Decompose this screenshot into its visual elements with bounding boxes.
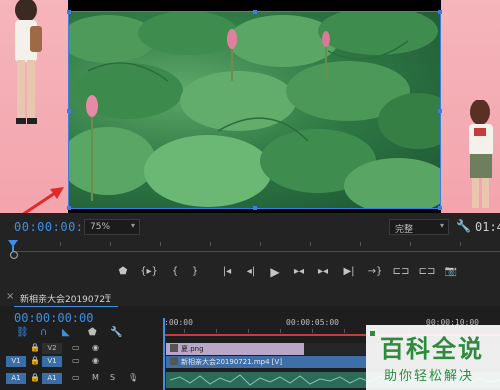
watermark-subtitle: 助你轻松解决 bbox=[384, 369, 475, 384]
solo-button[interactable]: S bbox=[110, 373, 115, 382]
sync-lock-icon[interactable]: ▭ bbox=[72, 343, 80, 352]
go-to-out-point-button[interactable]: →} bbox=[366, 264, 384, 280]
fx-badge-icon bbox=[170, 344, 178, 352]
watermark-logo-icon bbox=[370, 331, 375, 336]
watermark: 百科全说 助你轻松解决 bbox=[366, 325, 500, 390]
ruler-label: :00:00 bbox=[164, 318, 193, 327]
ruler-tick bbox=[410, 242, 411, 246]
resolution-value: 完整 bbox=[395, 225, 414, 235]
sequence-tab-title[interactable]: 新相亲大会20190721 bbox=[20, 292, 111, 305]
ruler-tick bbox=[360, 242, 361, 246]
panel-menu-icon[interactable]: ≡ bbox=[104, 292, 112, 302]
ruler-tick bbox=[184, 329, 185, 333]
wrench-icon[interactable]: 🔧 bbox=[110, 327, 122, 338]
track-name-v1[interactable]: V1 bbox=[42, 356, 62, 367]
clip-label: 新相亲大会20190721.mp4 [V] bbox=[181, 358, 283, 366]
zoom-scroll-knob[interactable] bbox=[9, 250, 19, 260]
red-arrow-annotation bbox=[22, 187, 64, 213]
go-to-out-button[interactable]: ▸◂ bbox=[314, 264, 332, 280]
program-monitor[interactable] bbox=[0, 0, 500, 213]
lock-icon[interactable]: 🔒 bbox=[30, 373, 40, 382]
add-marker-icon[interactable]: ◣ bbox=[62, 327, 70, 338]
watermark-title: 百科全说 bbox=[380, 335, 484, 363]
chevron-down-icon: ▾ bbox=[130, 221, 135, 230]
timeline-playhead[interactable] bbox=[163, 318, 165, 390]
active-tab-underline bbox=[14, 306, 118, 307]
fx-badge-icon bbox=[170, 357, 178, 365]
ruler-tick bbox=[344, 329, 345, 333]
eye-icon[interactable]: ◉ bbox=[92, 343, 99, 352]
ruler-tick bbox=[312, 329, 313, 333]
lift-button[interactable]: ⊏⊐ bbox=[392, 264, 410, 280]
duration-timecode: 01:48 bbox=[475, 220, 500, 234]
source-patch-a1[interactable]: A1 bbox=[6, 373, 26, 384]
play-button[interactable]: ▶ bbox=[266, 264, 284, 280]
monitor-time-ruler[interactable] bbox=[0, 238, 500, 260]
camera-icon[interactable]: 📷 bbox=[442, 264, 460, 280]
step-forward-button[interactable]: ▸◂ bbox=[290, 264, 308, 280]
lock-icon[interactable]: 🔒 bbox=[30, 356, 40, 365]
linked-selection-icon[interactable]: ∩ bbox=[40, 327, 47, 338]
ruler-tick bbox=[216, 329, 217, 333]
clip-label: 夏.png bbox=[181, 345, 204, 353]
zoom-level-dropdown[interactable]: 75% ▾ bbox=[84, 219, 140, 235]
sync-lock-icon[interactable]: ▭ bbox=[72, 373, 80, 382]
ruler-tick bbox=[280, 329, 281, 333]
clip-mp4[interactable]: 新相亲大会20190721.mp4 [V] bbox=[166, 356, 366, 368]
source-patch-v2[interactable] bbox=[6, 343, 26, 354]
wrench-icon[interactable]: 🔧 bbox=[456, 219, 471, 233]
ruler-tick bbox=[210, 242, 211, 246]
mark-out-bracket-button[interactable]: } bbox=[186, 264, 204, 280]
go-to-in-button[interactable]: |◂ bbox=[218, 264, 236, 280]
track-name-a1[interactable]: A1 bbox=[42, 373, 62, 384]
close-icon[interactable]: × bbox=[6, 291, 14, 302]
ruler-baseline bbox=[14, 251, 500, 252]
track-name-v2[interactable]: V2 bbox=[42, 343, 62, 354]
mark-in-button[interactable]: {▸} bbox=[140, 264, 158, 280]
playback-resolution-dropdown[interactable]: 完整 ▾ bbox=[389, 219, 449, 235]
snap-icon[interactable]: ⛓ bbox=[16, 327, 29, 338]
ruler-tick bbox=[110, 242, 111, 246]
ruler-tick bbox=[160, 242, 161, 246]
microphone-icon[interactable]: 🎙 bbox=[128, 373, 138, 382]
chevron-down-icon: ▾ bbox=[439, 221, 444, 230]
ruler-tick bbox=[260, 242, 261, 246]
mark-in-bracket-button[interactable]: { bbox=[166, 264, 184, 280]
ruler-tick bbox=[460, 242, 461, 246]
extract-button[interactable]: ⊏⊐ bbox=[418, 264, 436, 280]
mute-button[interactable]: M bbox=[92, 373, 99, 382]
next-edit-button[interactable]: ▶| bbox=[340, 264, 358, 280]
zoom-level-value: 75% bbox=[90, 222, 111, 232]
add-marker-button[interactable]: ⬟ bbox=[114, 264, 132, 280]
ruler-label: 00:00:05:00 bbox=[286, 318, 339, 327]
source-patch-v1[interactable]: V1 bbox=[6, 356, 26, 367]
clip-png[interactable]: 夏.png bbox=[166, 343, 304, 355]
timeline-timecode[interactable]: 00:00:00:00 bbox=[14, 311, 93, 325]
ruler-tick bbox=[60, 242, 61, 246]
step-back-button[interactable]: ◂| bbox=[242, 264, 260, 280]
marker-icon[interactable]: ⬟ bbox=[88, 327, 97, 338]
ruler-tick bbox=[248, 329, 249, 333]
ruler-tick bbox=[310, 242, 311, 246]
sync-lock-icon[interactable]: ▭ bbox=[72, 356, 80, 365]
lock-icon[interactable]: 🔒 bbox=[30, 343, 40, 352]
eye-icon[interactable]: ◉ bbox=[92, 356, 99, 365]
